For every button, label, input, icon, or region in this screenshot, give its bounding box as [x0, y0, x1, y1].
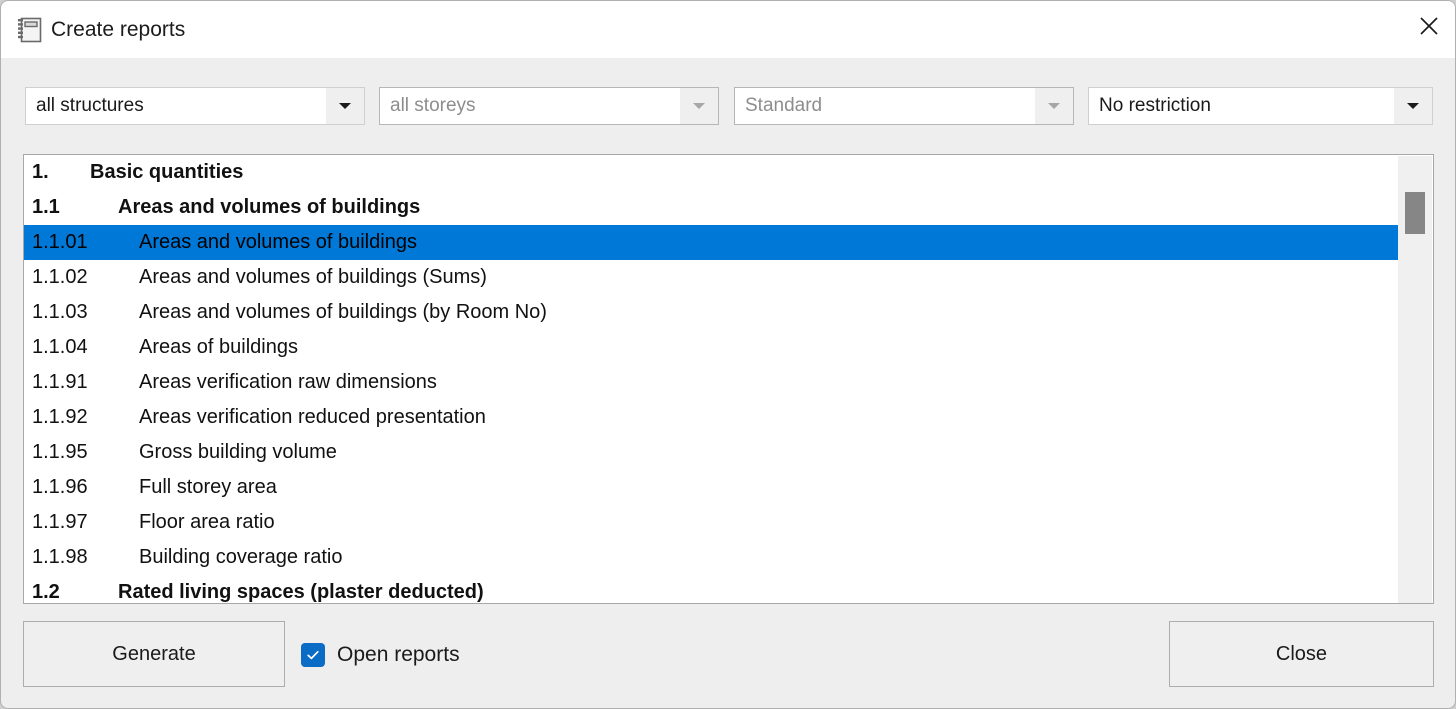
report-row-label: Areas and volumes of buildings (Sums)	[139, 266, 487, 288]
report-row-label: Areas verification reduced presentation	[139, 406, 486, 428]
restriction-dropdown-value: No restriction	[1099, 95, 1211, 116]
open-reports-checkbox[interactable]	[301, 643, 325, 667]
check-icon	[307, 650, 319, 660]
report-row-number: 1.1.01	[32, 231, 88, 253]
report-list-row[interactable]: 1.1.98 Building coverage ratio	[24, 540, 1399, 575]
restriction-dropdown-button[interactable]	[1394, 88, 1432, 124]
report-list-row[interactable]: 1.1.97 Floor area ratio	[24, 505, 1399, 540]
report-row-label: Gross building volume	[139, 441, 337, 463]
create-reports-dialog: Create reports all structures all storey…	[0, 0, 1456, 709]
close-button-label: Close	[1275, 642, 1328, 665]
close-button[interactable]: Close	[1169, 621, 1434, 687]
report-row-label: Basic quantities	[90, 161, 244, 183]
report-list-row[interactable]: 1.1.95 Gross building volume	[24, 435, 1399, 470]
report-row-label: Full storey area	[139, 476, 277, 498]
report-row-number: 1.1.98	[32, 546, 88, 568]
generate-button[interactable]: Generate	[23, 621, 285, 687]
storeys-dropdown-button	[680, 88, 718, 124]
report-list-row[interactable]: 1.2 Rated living spaces (plaster deducted…	[24, 575, 1399, 603]
standard-dropdown-button	[1035, 88, 1073, 124]
chevron-down-icon	[339, 103, 351, 109]
standard-dropdown-value: Standard	[745, 95, 823, 116]
report-row-number: 1.1.92	[32, 406, 88, 428]
chevron-down-icon	[1048, 103, 1060, 109]
report-row-label: Floor area ratio	[139, 511, 275, 533]
report-row-label: Areas and volumes of buildings	[118, 196, 421, 218]
report-row-number: 1.1.95	[32, 441, 88, 463]
report-row-label: Areas of buildings	[139, 336, 298, 358]
report-list-rows: 1. Basic quantities 1.1 Areas and volumes o…	[24, 155, 1399, 603]
report-row-number: 1.1.96	[32, 476, 88, 498]
chevron-down-icon	[693, 103, 705, 109]
report-row-number: 1.1.03	[32, 301, 88, 323]
open-reports-checkbox-group[interactable]: Open reports	[301, 642, 460, 668]
generate-button-label: Generate	[112, 642, 196, 665]
chevron-down-icon	[1407, 103, 1419, 109]
structures-dropdown-button[interactable]	[326, 88, 364, 124]
notebook-icon	[17, 17, 42, 43]
report-row-label: Areas and volumes of buildings (by Room …	[139, 301, 547, 323]
report-row-number: 1.1.02	[32, 266, 88, 288]
report-row-number: 1.1	[32, 196, 60, 218]
open-reports-label: Open reports	[337, 643, 460, 666]
report-row-number: 1.	[32, 161, 49, 183]
report-list-scrollbar[interactable]	[1398, 156, 1432, 603]
report-row-number: 1.1.04	[32, 336, 88, 358]
structures-dropdown[interactable]: all structures	[25, 87, 365, 125]
report-list-row[interactable]: 1.1.96 Full storey area	[24, 470, 1399, 505]
report-list-scroll-thumb[interactable]	[1405, 192, 1425, 234]
standard-dropdown: Standard	[734, 87, 1074, 125]
report-list-row[interactable]: 1.1.03 Areas and volumes of buildings (by…	[24, 295, 1399, 330]
report-list-row-selected[interactable]: 1.1.01 Areas and volumes of buildings	[24, 225, 1399, 260]
report-row-number: 1.1.91	[32, 371, 88, 393]
report-list-row[interactable]: 1.1 Areas and volumes of buildings	[24, 190, 1399, 225]
report-list[interactable]: 1. Basic quantities 1.1 Areas and volumes o…	[23, 154, 1434, 604]
restriction-dropdown[interactable]: No restriction	[1088, 87, 1433, 125]
report-list-row[interactable]: 1.1.91 Areas verification raw dimensions	[24, 365, 1399, 400]
close-window-button[interactable]	[1401, 1, 1455, 51]
report-list-row[interactable]: 1.1.04 Areas of buildings	[24, 330, 1399, 365]
storeys-dropdown: all storeys	[379, 87, 719, 125]
report-row-label: Building coverage ratio	[139, 546, 343, 568]
storeys-dropdown-value: all storeys	[390, 95, 476, 116]
report-row-label: Areas and volumes of buildings	[139, 231, 417, 253]
report-list-row[interactable]: 1. Basic quantities	[24, 155, 1399, 190]
report-row-label: Areas verification raw dimensions	[139, 371, 437, 393]
report-list-row[interactable]: 1.1.92 Areas verification reduced present…	[24, 400, 1399, 435]
titlebar: Create reports	[1, 1, 1455, 58]
structures-dropdown-value: all structures	[36, 95, 144, 116]
report-row-number: 1.2	[32, 581, 60, 603]
report-list-row[interactable]: 1.1.02 Areas and volumes of buildings (Su…	[24, 260, 1399, 295]
window-title: Create reports	[51, 18, 186, 41]
report-row-label: Rated living spaces (plaster deducted)	[118, 581, 484, 603]
report-row-number: 1.1.97	[32, 511, 88, 533]
